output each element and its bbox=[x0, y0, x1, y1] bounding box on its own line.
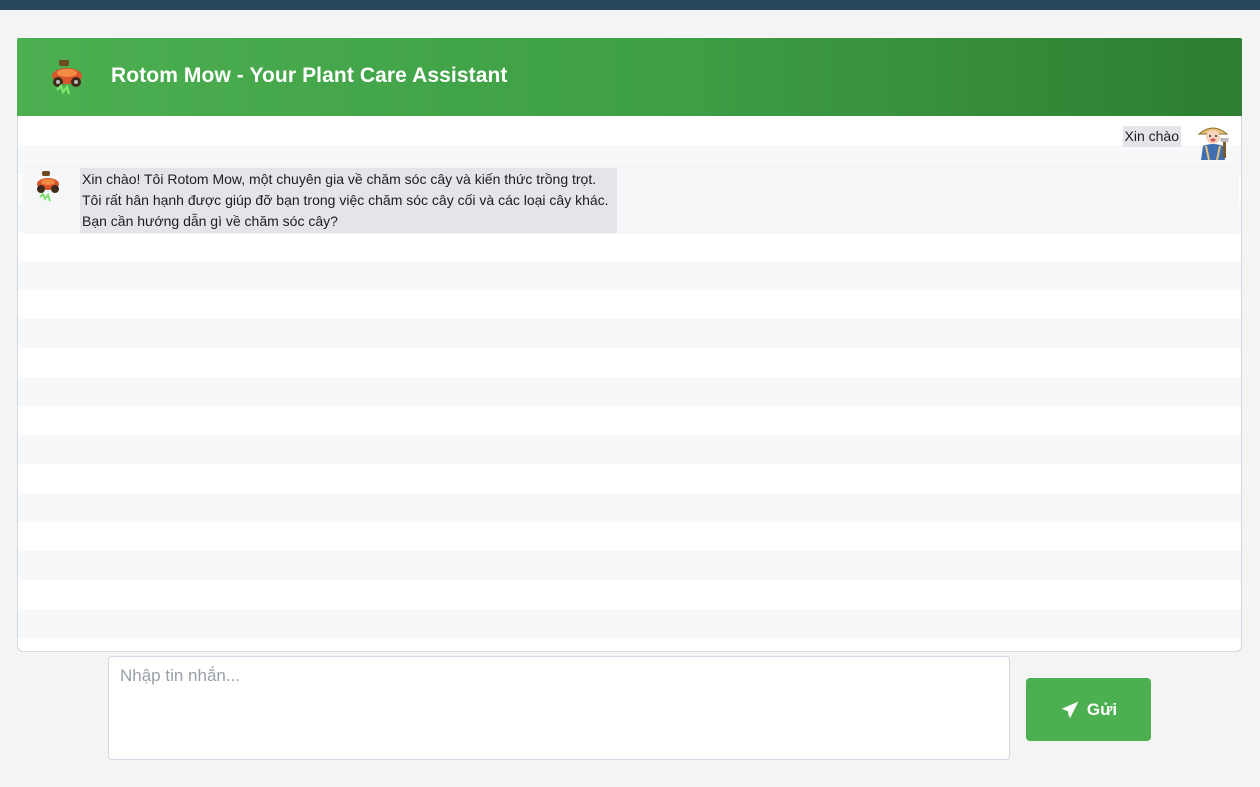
chat-app: Rotom Mow - Your Plant Care Assistant Xi… bbox=[5, 24, 1254, 775]
bot-message-text: Xin chào! Tôi Rotom Mow, một chuyên gia … bbox=[80, 168, 617, 233]
chat-header: Rotom Mow - Your Plant Care Assistant bbox=[17, 38, 1242, 116]
bot-message-line: Bạn cần hướng dẫn gì về chăm sóc cây? bbox=[82, 213, 338, 229]
paper-plane-icon bbox=[1061, 701, 1079, 718]
message-composer: Gửi bbox=[17, 654, 1242, 764]
send-button-label: Gửi bbox=[1086, 699, 1118, 719]
window-top-bar bbox=[0, 0, 1260, 10]
lawnmower-icon bbox=[52, 60, 82, 95]
chat-messages-area[interactable]: Xin chào Xin chào! Tôi Rotom Mow, một ch… bbox=[17, 116, 1242, 652]
lawnmower-icon bbox=[37, 171, 59, 202]
bot-message-line: Xin chào! Tôi Rotom Mow, một chuyên gia … bbox=[82, 171, 597, 187]
bot-message-line: Tôi rất hân hạnh được giúp đỡ bạn trong … bbox=[82, 192, 609, 208]
message-input[interactable] bbox=[108, 656, 1010, 760]
user-message: Xin chào bbox=[1122, 120, 1233, 160]
farmer-avatar-icon bbox=[1197, 127, 1229, 160]
app-title: Rotom Mow - Your Plant Care Assistant bbox=[111, 64, 508, 87]
bot-message: Xin chào! Tôi Rotom Mow, một chuyên gia … bbox=[23, 164, 1239, 234]
send-button[interactable]: Gửi bbox=[1026, 678, 1151, 741]
user-message-text: Xin chào bbox=[1122, 126, 1181, 147]
